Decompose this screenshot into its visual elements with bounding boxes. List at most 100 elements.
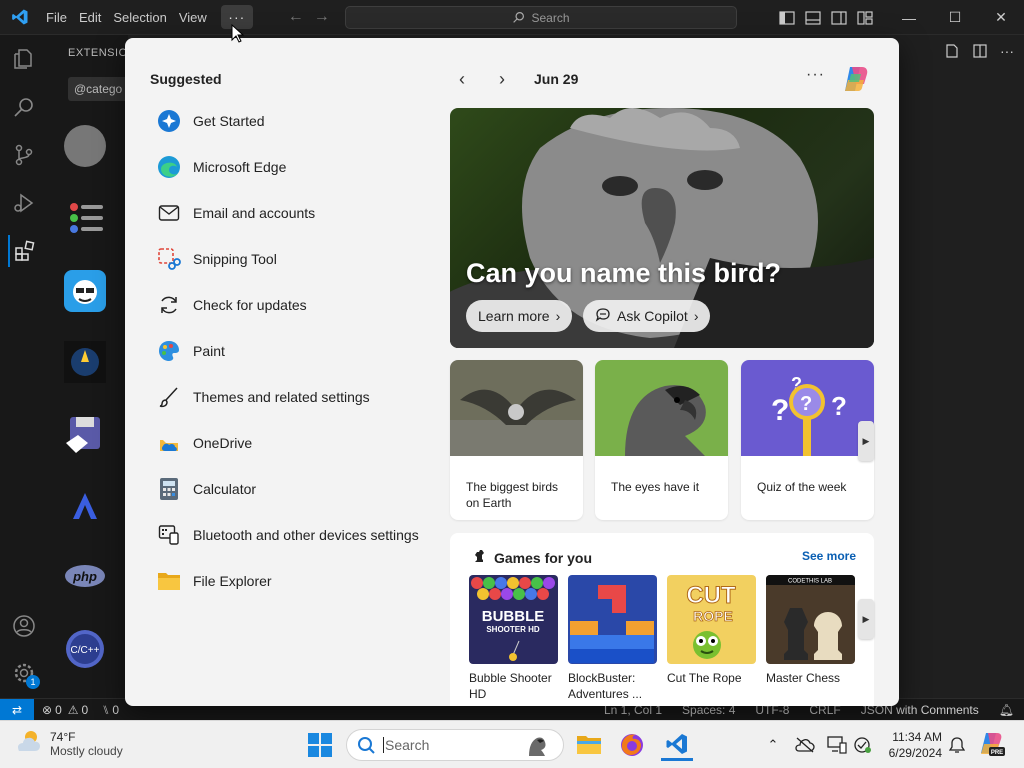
game-tile[interactable]: CODETHIS LAB Master Chess — [766, 575, 855, 686]
network-offline-cloud-icon[interactable] — [793, 733, 817, 757]
games-title: Games for you — [470, 548, 592, 567]
suggested-email[interactable]: Email and accounts — [157, 197, 315, 229]
flying-eagle-image — [450, 360, 583, 456]
suggested-edge[interactable]: Microsoft Edge — [157, 151, 286, 183]
cards-scroll-right-icon[interactable]: ▶ — [858, 421, 874, 461]
extension-a-icon[interactable] — [64, 485, 106, 527]
extension-cpp-icon[interactable]: C/C++ — [64, 628, 106, 670]
cut-the-rope-art-subtitle: ROPE — [693, 608, 733, 624]
toggle-primary-sidebar-icon[interactable] — [774, 0, 800, 35]
story-card[interactable]: The biggest birds on Earth — [450, 360, 583, 520]
copilot-pre-icon[interactable]: PRE — [978, 730, 1006, 758]
errors-count[interactable]: 0 — [55, 703, 62, 717]
suggested-file-explorer[interactable]: File Explorer — [157, 565, 272, 597]
ask-copilot-label: Ask Copilot — [617, 308, 688, 324]
account-icon[interactable] — [8, 610, 40, 642]
manage-gear-icon[interactable]: 1 — [8, 657, 40, 689]
suggested-onedrive[interactable]: OneDrive — [157, 427, 252, 459]
taskbar-vscode-icon[interactable] — [661, 729, 693, 761]
story-card-text: The eyes have it — [611, 480, 700, 494]
maximize-button[interactable]: ☐ — [932, 0, 978, 35]
suggested-themes[interactable]: Themes and related settings — [157, 381, 370, 413]
feed-header: ‹ › Jun 29 ··· — [450, 66, 875, 92]
game-tile[interactable]: BUBBLE SHOOTER HD Bubble Shooter HD — [469, 575, 558, 702]
customize-layout-icon[interactable] — [852, 0, 878, 35]
story-card-text: Quiz of the week — [757, 480, 847, 494]
run-debug-icon[interactable] — [8, 187, 40, 219]
extension-copilot-icon[interactable] — [64, 341, 106, 383]
ask-copilot-button[interactable]: Ask Copilot › — [583, 300, 711, 332]
story-card[interactable]: ???? Quiz of the week — [741, 360, 874, 520]
toggle-secondary-sidebar-icon[interactable] — [826, 0, 852, 35]
games-scroll-right-icon[interactable]: ▶ — [858, 599, 874, 639]
onedrive-icon — [157, 431, 181, 455]
extension-list-icon[interactable] — [64, 197, 106, 239]
search-icon[interactable] — [8, 91, 40, 123]
extensions-icon[interactable] — [8, 235, 40, 267]
games-title-label: Games for you — [494, 549, 593, 566]
suggested-bluetooth-devices[interactable]: Bluetooth and other devices settings — [157, 519, 419, 551]
games-card: Games for you See more BUBBLE SHOOTER HD… — [450, 533, 874, 706]
open-file-icon[interactable] — [944, 43, 960, 59]
learn-more-button[interactable]: Learn more › — [466, 300, 573, 332]
extension-avatar-icon[interactable] — [64, 125, 106, 167]
notifications-bell-icon[interactable]: 🔔︎ — [999, 703, 1014, 717]
back-arrow-icon[interactable]: ← — [283, 8, 309, 26]
ink-workspace-icon[interactable] — [851, 733, 875, 757]
menu-view[interactable]: View — [173, 0, 213, 35]
taskbar-search-placeholder: Search — [383, 737, 430, 753]
show-hidden-icons-chevron-up-icon[interactable]: ⌃ — [761, 733, 785, 757]
feed-next-chevron-icon[interactable]: › — [490, 69, 514, 90]
extensions-search-input[interactable]: @catego — [68, 77, 128, 101]
editor-more-icon[interactable]: ··· — [1000, 43, 1014, 59]
menu-edit[interactable]: Edit — [73, 0, 107, 35]
mail-icon — [157, 201, 181, 225]
split-editor-icon[interactable] — [972, 43, 988, 59]
svg-text:php: php — [72, 569, 97, 584]
hero-card[interactable]: Can you name this bird? Learn more › Ask… — [450, 108, 874, 348]
close-button[interactable]: ✕ — [978, 0, 1024, 35]
remote-icon[interactable]: ⇄ — [0, 698, 34, 721]
ports-count[interactable]: 0 — [112, 703, 119, 717]
minimize-button[interactable]: — — [886, 0, 932, 35]
extension-face-icon[interactable] — [64, 270, 106, 312]
see-more-link[interactable]: See more — [802, 549, 856, 563]
taskbar-clock[interactable]: 11:34 AM 6/29/2024 — [882, 729, 942, 761]
suggested-get-started[interactable]: Get Started — [157, 105, 265, 137]
feed-prev-chevron-icon[interactable]: ‹ — [450, 69, 474, 90]
errors-icon[interactable]: ⊗ — [42, 703, 52, 717]
notification-bell-icon[interactable] — [945, 733, 969, 757]
source-control-icon[interactable] — [8, 139, 40, 171]
taskbar-file-explorer-icon[interactable] — [573, 729, 605, 761]
hero-title: Can you name this bird? — [466, 258, 782, 288]
taskbar-search-box[interactable]: Search — [346, 729, 564, 761]
suggested-snipping-tool[interactable]: Snipping Tool — [157, 243, 277, 275]
ports-icon[interactable]: ⑊ — [102, 703, 109, 717]
clock-time: 11:34 AM — [892, 730, 942, 744]
command-center-search[interactable]: Search — [345, 6, 737, 29]
extension-save-icon[interactable] — [64, 413, 106, 455]
forward-arrow-icon[interactable]: → — [309, 8, 335, 26]
explorer-icon[interactable] — [8, 43, 40, 75]
sidebar-title: EXTENSIONS — [68, 47, 128, 59]
display-device-icon[interactable] — [825, 733, 849, 757]
paint-icon — [157, 339, 181, 363]
menu-selection[interactable]: Selection — [107, 0, 172, 35]
learn-more-label: Learn more — [478, 308, 550, 324]
suggested-calculator[interactable]: Calculator — [157, 473, 256, 505]
menu-file[interactable]: File — [40, 0, 73, 35]
game-tile[interactable]: BlockBuster: Adventures ... — [568, 575, 657, 702]
toggle-panel-icon[interactable] — [800, 0, 826, 35]
feed-more-button[interactable]: ··· — [806, 66, 825, 84]
start-windows-icon[interactable] — [306, 731, 334, 759]
suggested-paint[interactable]: Paint — [157, 335, 225, 367]
warnings-count[interactable]: 0 — [82, 703, 89, 717]
suggested-check-updates[interactable]: Check for updates — [157, 289, 307, 321]
warnings-icon[interactable]: ⚠ — [68, 703, 79, 717]
weather-widget-button[interactable]: 74°F Mostly cloudy — [14, 729, 123, 758]
game-tile[interactable]: CUT ROPE Cut The Rope — [667, 575, 756, 686]
extension-php-icon[interactable]: php — [64, 555, 106, 597]
copilot-icon[interactable] — [841, 64, 871, 94]
story-card[interactable]: The eyes have it — [595, 360, 728, 520]
taskbar-firefox-icon[interactable] — [616, 729, 648, 761]
